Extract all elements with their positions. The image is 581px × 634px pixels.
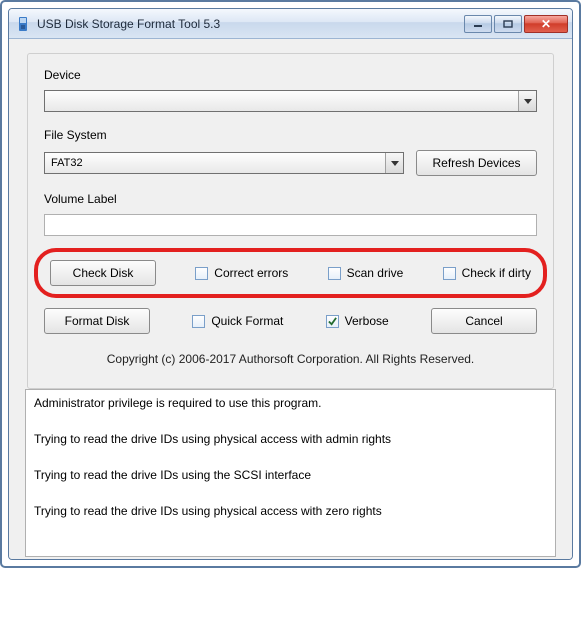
log-line: Administrator privilege is required to u…: [34, 396, 547, 410]
close-button[interactable]: ✕: [524, 15, 568, 33]
log-line: Trying to read the drive IDs using the S…: [34, 468, 547, 482]
checkbox-icon: [443, 267, 456, 280]
cancel-button[interactable]: Cancel: [431, 308, 537, 334]
filesystem-dropdown[interactable]: FAT32: [44, 152, 404, 174]
scan-drive-checkbox[interactable]: Scan drive: [328, 266, 404, 280]
chevron-down-icon: [518, 91, 536, 111]
checkbox-label: Check if dirty: [462, 266, 531, 280]
chevron-down-icon: [385, 153, 403, 173]
minimize-button[interactable]: [464, 15, 492, 33]
quick-format-checkbox[interactable]: Quick Format: [192, 314, 283, 328]
check-disk-button[interactable]: Check Disk: [50, 260, 156, 286]
filesystem-label: File System: [44, 128, 537, 142]
filesystem-value: FAT32: [51, 157, 83, 169]
main-group: Device File System FAT32 Refresh Devices…: [27, 53, 554, 389]
verbose-checkbox[interactable]: Verbose: [326, 314, 389, 328]
copyright-text: Copyright (c) 2006-2017 Authorsoft Corpo…: [44, 352, 537, 366]
log-output: Administrator privilege is required to u…: [25, 389, 556, 557]
checkbox-icon: [328, 267, 341, 280]
volume-label-input[interactable]: [44, 214, 537, 236]
checkbox-label: Scan drive: [347, 266, 404, 280]
correct-errors-checkbox[interactable]: Correct errors: [195, 266, 288, 280]
device-dropdown[interactable]: [44, 90, 537, 112]
check-if-dirty-checkbox[interactable]: Check if dirty: [443, 266, 531, 280]
highlight-annotation: Check Disk Correct errors Scan drive Che…: [34, 248, 547, 298]
refresh-devices-button[interactable]: Refresh Devices: [416, 150, 537, 176]
volume-label-label: Volume Label: [44, 192, 537, 206]
log-line: Trying to read the drive IDs using physi…: [34, 504, 547, 518]
application-window: USB Disk Storage Format Tool 5.3 ✕ Devic…: [8, 8, 573, 560]
client-area: Device File System FAT32 Refresh Devices…: [9, 39, 572, 559]
checkbox-icon: [195, 267, 208, 280]
checkbox-label: Correct errors: [214, 266, 288, 280]
device-label: Device: [44, 68, 537, 82]
maximize-button[interactable]: [494, 15, 522, 33]
checkbox-icon: [192, 315, 205, 328]
titlebar: USB Disk Storage Format Tool 5.3 ✕: [9, 9, 572, 39]
window-controls: ✕: [464, 15, 568, 33]
window-title: USB Disk Storage Format Tool 5.3: [37, 17, 464, 31]
log-line: Trying to read the drive IDs using physi…: [34, 432, 547, 446]
checkbox-label: Verbose: [345, 314, 389, 328]
checkbox-label: Quick Format: [211, 314, 283, 328]
checkbox-icon: [326, 315, 339, 328]
app-icon: [15, 16, 31, 32]
format-disk-button[interactable]: Format Disk: [44, 308, 150, 334]
